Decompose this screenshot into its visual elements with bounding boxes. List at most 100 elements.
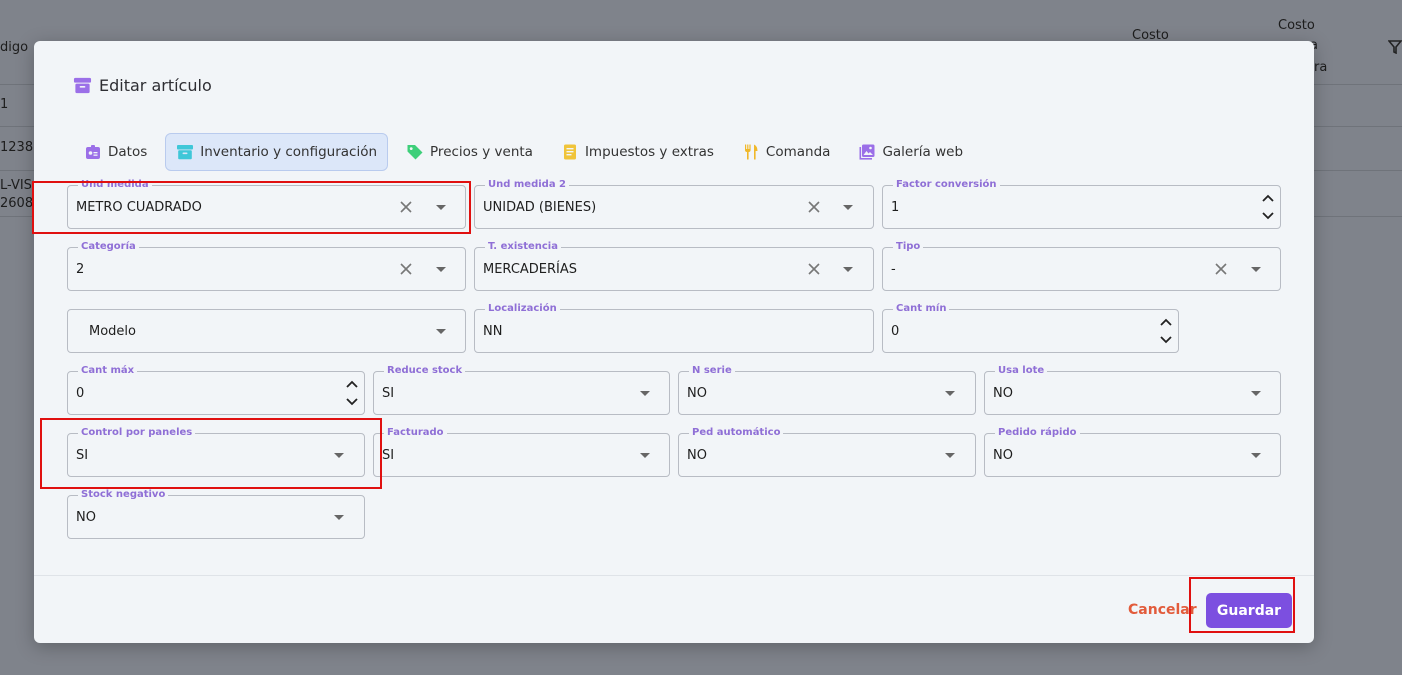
- close-icon[interactable]: [398, 261, 414, 277]
- chevron-down-icon[interactable]: [1159, 331, 1173, 349]
- field-value: 1: [891, 200, 900, 215]
- field-label: Stock negativo: [78, 489, 169, 501]
- field-value: NO: [76, 510, 96, 525]
- chevron-down-icon[interactable]: [1251, 391, 1261, 396]
- filter-icon[interactable]: [1388, 40, 1402, 54]
- chevron-down-icon[interactable]: [436, 329, 446, 334]
- edit-article-dialog: Editar artículo Datos Inventario y confi…: [34, 41, 1314, 643]
- close-icon[interactable]: [1213, 261, 1229, 277]
- n-serie-select[interactable]: N serie NO: [678, 365, 976, 415]
- chevron-down-icon[interactable]: [334, 515, 344, 520]
- t-existencia-select[interactable]: T. existencia MERCADERÍAS: [474, 241, 874, 291]
- chevron-up-icon[interactable]: [1261, 189, 1275, 207]
- number-stepper[interactable]: [345, 375, 359, 411]
- dialog-footer: Cancelar Guardar: [34, 575, 1314, 643]
- tab-galeria[interactable]: Galería web: [848, 133, 973, 171]
- field-label: T. existencia: [485, 241, 561, 253]
- field-value: METRO CUADRADO: [76, 200, 202, 215]
- stock-negativo-select[interactable]: Stock negativo NO: [67, 489, 365, 539]
- table-row: L-VIS: [0, 178, 32, 193]
- und-medida-2-select[interactable]: Und medida 2 UNIDAD (BIENES): [474, 179, 874, 229]
- tab-label: Comanda: [765, 144, 831, 160]
- number-stepper[interactable]: [1159, 313, 1173, 349]
- chevron-down-icon[interactable]: [1261, 207, 1275, 225]
- field-label: Pedido rápido: [995, 427, 1080, 439]
- field-value: SI: [76, 448, 89, 463]
- modelo-select[interactable]: Modelo: [67, 309, 466, 353]
- chevron-down-icon[interactable]: [945, 453, 955, 458]
- field-value: SI: [382, 448, 395, 463]
- field-value: 2: [76, 262, 85, 277]
- cant-min-input[interactable]: Cant mín 0: [882, 303, 1179, 353]
- usa-lote-select[interactable]: Usa lote NO: [984, 365, 1281, 415]
- tab-precios[interactable]: Precios y venta: [396, 133, 543, 171]
- chevron-down-icon[interactable]: [334, 453, 344, 458]
- tab-label: Inventario y configuración: [200, 144, 378, 160]
- table-row: 2608: [0, 196, 34, 211]
- field-label: Ped automático: [689, 427, 784, 439]
- chevron-down-icon[interactable]: [436, 205, 446, 210]
- facturado-select[interactable]: Facturado SI: [373, 427, 670, 477]
- field-label: Facturado: [384, 427, 447, 439]
- field-value: -: [891, 262, 896, 277]
- field-label: Localización: [485, 303, 560, 315]
- field-value: NO: [687, 448, 707, 463]
- close-icon[interactable]: [398, 199, 414, 215]
- field-label: Usa lote: [995, 365, 1048, 377]
- field-label: Reduce stock: [384, 365, 466, 377]
- chevron-down-icon[interactable]: [945, 391, 955, 396]
- control-paneles-select[interactable]: Control por paneles SI: [67, 427, 365, 477]
- field-value: MERCADERÍAS: [483, 262, 578, 277]
- dialog-title-text: Editar artículo: [99, 76, 212, 95]
- chevron-down-icon[interactable]: [345, 393, 359, 411]
- table-row: 1238: [0, 140, 34, 155]
- archive-icon: [73, 77, 92, 94]
- tab-label: Precios y venta: [430, 144, 533, 160]
- cancel-button[interactable]: Cancelar: [1128, 602, 1197, 618]
- chevron-down-icon[interactable]: [1251, 453, 1261, 458]
- field-label: Und medida: [78, 179, 152, 191]
- tab-datos[interactable]: Datos: [74, 133, 157, 171]
- tab-inventario[interactable]: Inventario y configuración: [165, 133, 389, 171]
- field-value: 0: [76, 386, 85, 401]
- close-icon[interactable]: [806, 199, 822, 215]
- close-icon[interactable]: [806, 261, 822, 277]
- field-label: N serie: [689, 365, 735, 377]
- tag-icon: [407, 145, 423, 160]
- table-row: 1: [0, 97, 9, 112]
- field-label: Tipo: [893, 241, 924, 253]
- tab-bar: Datos Inventario y configuración Precios…: [74, 133, 981, 171]
- field-value: NO: [993, 448, 1013, 463]
- chevron-down-icon[interactable]: [436, 267, 446, 272]
- chevron-down-icon[interactable]: [843, 205, 853, 210]
- number-stepper[interactable]: [1261, 189, 1275, 225]
- factor-conversion-input[interactable]: Factor conversión 1: [882, 179, 1281, 229]
- ped-automatico-select[interactable]: Ped automático NO: [678, 427, 976, 477]
- pedido-rapido-select[interactable]: Pedido rápido NO: [984, 427, 1281, 477]
- tab-comanda[interactable]: Comanda: [732, 133, 841, 171]
- cant-max-input[interactable]: Cant máx 0: [67, 365, 365, 415]
- archive-icon: [177, 145, 194, 160]
- chevron-down-icon[interactable]: [1251, 267, 1261, 272]
- field-value: SI: [382, 386, 395, 401]
- field-value: UNIDAD (BIENES): [483, 200, 597, 215]
- field-label: Control por paneles: [78, 427, 196, 439]
- tab-label: Impuestos y extras: [584, 144, 714, 160]
- save-button[interactable]: Guardar: [1206, 593, 1292, 628]
- localizacion-input[interactable]: Localización NN: [474, 303, 874, 353]
- tab-impuestos[interactable]: Impuestos y extras: [551, 133, 724, 171]
- categoria-select[interactable]: Categoría 2: [67, 241, 466, 291]
- field-placeholder: Modelo: [89, 324, 136, 339]
- und-medida-select[interactable]: Und medida METRO CUADRADO: [67, 179, 466, 229]
- dialog-title: Editar artículo: [73, 76, 212, 95]
- reduce-stock-select[interactable]: Reduce stock SI: [373, 365, 670, 415]
- chevron-down-icon[interactable]: [843, 267, 853, 272]
- chevron-up-icon[interactable]: [1159, 313, 1173, 331]
- field-value: 0: [891, 324, 900, 339]
- chevron-up-icon[interactable]: [345, 375, 359, 393]
- tipo-select[interactable]: Tipo -: [882, 241, 1281, 291]
- field-label: Cant máx: [78, 365, 138, 377]
- gallery-icon: [859, 144, 875, 160]
- chevron-down-icon[interactable]: [640, 391, 650, 396]
- chevron-down-icon[interactable]: [640, 453, 650, 458]
